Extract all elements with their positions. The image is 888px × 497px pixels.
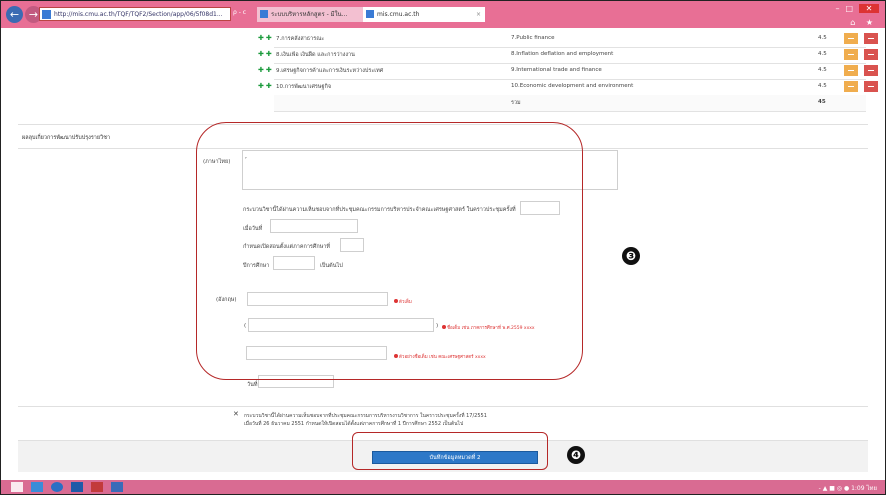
course-credit: 4.5 [818,35,827,41]
date-label-2: วันที่ [247,382,258,388]
browser-chrome: ← → http://mis.cmu.ac.th/TQF/TQF2/Sectio… [1,1,885,28]
total-label: รวม [511,100,521,106]
home-favorites-icon[interactable]: ⌂ ★ [850,18,877,27]
reorder-arrows-icon[interactable]: ✚✚ [258,82,274,90]
window-controls: –□ ✕ [835,4,879,13]
table-row: ✚✚ 8.เงินเฟ้อ เงินฝืด และการว่างงาน 8.In… [258,47,878,64]
section-divider [18,406,868,407]
edit-button[interactable] [844,65,858,76]
highlight-form-area [196,122,583,380]
reorder-arrows-icon[interactable]: ✚✚ [258,50,274,58]
course-english-name: 10.Economic development and environment [511,83,634,89]
reorder-arrows-icon[interactable]: ✚✚ [258,34,274,42]
reorder-arrows-icon[interactable]: ✚✚ [258,66,274,74]
close-x-icon[interactable]: ✕ [233,410,239,418]
tab-favicon-icon [260,10,268,18]
course-credit: 4.5 [818,51,827,57]
edit-button[interactable] [844,81,858,92]
taskbar: - ▲ ■ ◎ ● 1:09 ไทย [1,480,885,494]
course-credit: 4.5 [818,67,827,73]
step-3-marker: ❸ [622,247,640,265]
outlook-icon[interactable] [71,482,83,492]
language-indicator[interactable]: ไทย [867,485,878,492]
app-icon[interactable] [91,482,103,492]
clock: - ▲ ■ ◎ ● 1:09 [818,485,865,492]
course-credit: 4.5 [818,83,827,89]
table-row: ✚✚ 9.เศรษฐกิจการค้าและการเงินระหว่างประเ… [258,63,878,80]
course-english-name: 8.Inflation deflation and employment [511,51,614,57]
tab-label: mis.cmu.ac.th [377,11,420,18]
highlight-save-button [352,432,548,470]
table-total-row: รวม 45 [274,95,866,112]
table-row: ✚✚ 10.การพัฒนาเศรษฐกิจ 10.Economic devel… [258,79,878,96]
tab-mis[interactable]: mis.cmu.ac.th × [363,7,485,22]
search-refresh-icon[interactable]: ρ - c [233,9,246,16]
back-arrow-icon[interactable]: ← [6,6,23,23]
course-thai-name: 7.การคลังสาธารณะ [276,36,325,42]
delete-button[interactable] [864,49,878,60]
summary-line-1: กระบวนวิชานี้ได้ผ่านความเห็นชอบจากที่ประ… [244,413,487,419]
tab-favicon-icon [366,10,374,18]
section-title: ผลลุบเกี่ยวการพัฒนาปรับปรุงรายวิชา [22,135,111,141]
word-icon[interactable] [111,482,123,492]
delete-button[interactable] [864,33,878,44]
tab-label: ระบบบริหารหลักสูตร - มีใน... [271,11,348,18]
step-4-marker: ❹ [567,446,585,464]
address-bar-url: http://mis.cmu.ac.th/TQF/TQF2/Section/ap… [54,11,223,18]
total-value: 45 [818,99,826,105]
course-english-name: 9.International trade and finance [511,67,602,73]
summary-line-2: เมื่อวันที่ 26 ธันวาคม 2551 กำหนดให้เปิด… [244,421,464,427]
course-thai-name: 8.เงินเฟ้อ เงินฝืด และการว่างงาน [276,52,355,58]
system-tray: - ▲ ■ ◎ ● 1:09 ไทย [819,483,877,493]
edit-button[interactable] [844,33,858,44]
tab-course-system[interactable]: ระบบบริหารหลักสูตร - มีใน... [257,7,363,22]
windows-start-icon[interactable] [11,482,23,492]
edit-button[interactable] [844,49,858,60]
course-english-name: 7.Public finance [511,35,555,41]
delete-button[interactable] [864,81,878,92]
close-tab-icon[interactable]: × [476,7,481,22]
minimize-icon[interactable]: – [835,4,845,13]
maximize-icon[interactable]: □ [845,4,859,13]
ie-icon[interactable] [51,482,63,492]
delete-button[interactable] [864,65,878,76]
table-row: ✚✚ 7.การคลังสาธารณะ 7.Public finance 4.5 [258,31,878,48]
course-thai-name: 10.การพัฒนาเศรษฐกิจ [276,84,332,90]
close-window-icon[interactable]: ✕ [859,4,879,13]
course-thai-name: 9.เศรษฐกิจการค้าและการเงินระหว่างประเทศ [276,68,384,74]
explorer-icon[interactable] [31,482,43,492]
address-bar[interactable]: http://mis.cmu.ac.th/TQF/TQF2/Section/ap… [39,7,231,21]
site-favicon-icon [42,10,51,19]
